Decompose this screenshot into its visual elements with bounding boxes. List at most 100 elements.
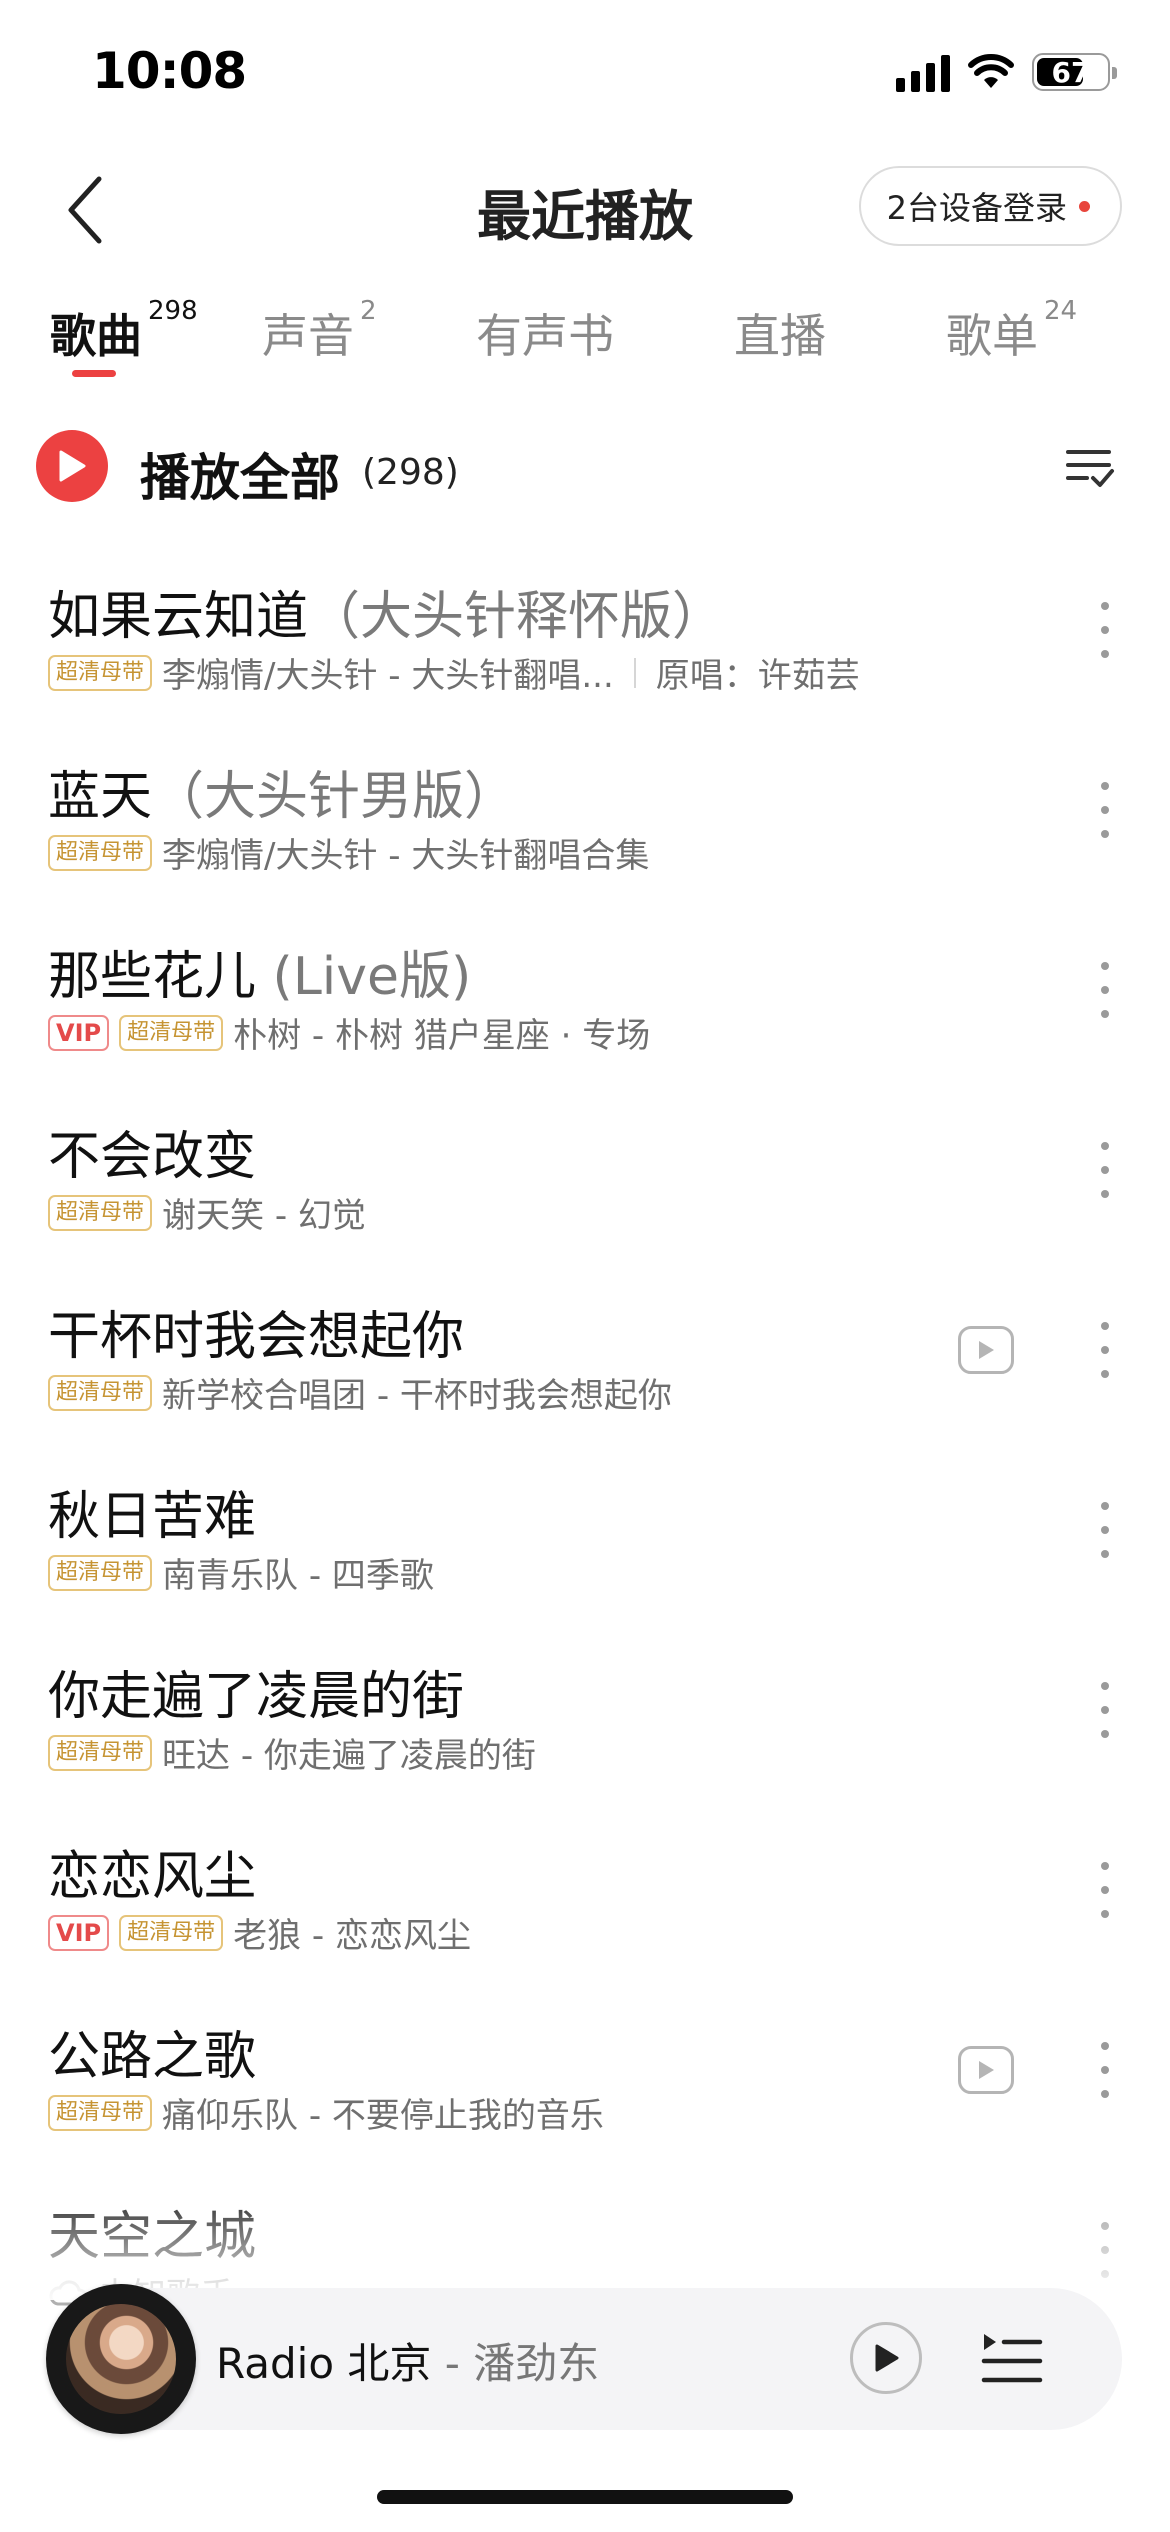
tab-count: 298 bbox=[148, 296, 198, 326]
hq-master-badge: 超清母带 bbox=[48, 1194, 153, 1231]
song-artist-album: 李煽情/大头针 - 大头针翻唱... bbox=[162, 656, 614, 696]
tab-audiobooks[interactable]: 有声书 bbox=[476, 300, 614, 366]
mv-button[interactable] bbox=[958, 2046, 1014, 2094]
song-title: 恋恋风尘 bbox=[48, 1834, 256, 1909]
more-vertical-icon bbox=[1101, 1322, 1109, 1330]
status-icons: 67 bbox=[896, 52, 1117, 92]
hq-master-badge: 超清母带 bbox=[48, 1554, 153, 1591]
song-title-text: 不会改变 bbox=[48, 1127, 257, 1187]
tab-playlists[interactable]: 歌单 24 bbox=[946, 296, 1077, 366]
song-title-text: 你走遍了凌晨的街 bbox=[48, 1667, 465, 1727]
play-all-button[interactable] bbox=[36, 430, 108, 502]
tab-live[interactable]: 直播 bbox=[734, 300, 826, 366]
song-artist-album: 朴树 - 朴树 猎户星座 · 专场 bbox=[233, 1016, 651, 1056]
song-title: 你走遍了凌晨的街 bbox=[48, 1654, 464, 1729]
song-row[interactable]: 不会改变 超清母带 谢天笑 - 幻觉 bbox=[0, 1080, 1170, 1260]
song-title: 不会改变 bbox=[48, 1114, 256, 1189]
song-title-text: 秋日苦难 bbox=[48, 1487, 257, 1547]
song-title-text: 那些花儿 bbox=[48, 947, 257, 1007]
song-row[interactable]: 恋恋风尘 VIP 超清母带 老狼 - 恋恋风尘 bbox=[0, 1800, 1170, 1980]
song-version: （大头针男版） bbox=[152, 767, 517, 827]
playlist-button[interactable] bbox=[980, 2328, 1044, 2388]
now-playing-separator: - bbox=[431, 2339, 474, 2388]
tab-label: 声音 bbox=[262, 309, 354, 363]
vip-badge: VIP bbox=[48, 1914, 110, 1951]
more-options-button[interactable] bbox=[1090, 958, 1120, 1022]
album-art bbox=[66, 2304, 176, 2414]
more-vertical-icon bbox=[1101, 1142, 1109, 1150]
song-row[interactable]: 那些花儿 (Live版) VIP 超清母带 朴树 - 朴树 猎户星座 · 专场 bbox=[0, 900, 1170, 1080]
tab-label: 歌单 bbox=[946, 309, 1038, 363]
hq-master-badge: 超清母带 bbox=[48, 834, 153, 871]
device-login-button[interactable]: 2台设备登录 bbox=[858, 166, 1122, 246]
now-playing-artist: 潘劲东 bbox=[473, 2339, 600, 2388]
now-playing-text: Radio 北京 - 潘劲东 bbox=[216, 2330, 599, 2391]
active-tab-indicator bbox=[72, 370, 116, 377]
more-options-button[interactable] bbox=[1090, 1678, 1120, 1742]
status-bar: 10:08 67 bbox=[0, 0, 1170, 150]
cellular-signal-icon bbox=[896, 52, 950, 92]
song-version: （大头针释怀版） bbox=[308, 587, 725, 647]
tab-label: 有声书 bbox=[476, 309, 614, 363]
more-vertical-icon bbox=[1101, 1502, 1109, 1510]
song-row[interactable]: 公路之歌 超清母带 痛仰乐队 - 不要停止我的音乐 bbox=[0, 1980, 1170, 2160]
hq-master-badge: 超清母带 bbox=[48, 2094, 153, 2131]
more-options-button[interactable] bbox=[1090, 1858, 1120, 1922]
song-title: 秋日苦难 bbox=[48, 1474, 256, 1549]
battery-icon: 67 bbox=[1032, 53, 1117, 91]
song-meta: VIP 超清母带 老狼 - 恋恋风尘 bbox=[48, 1908, 471, 1957]
more-options-button[interactable] bbox=[1090, 778, 1120, 842]
album-disc[interactable] bbox=[46, 2284, 196, 2434]
more-options-button[interactable] bbox=[1090, 2038, 1120, 2102]
song-title-text: 恋恋风尘 bbox=[48, 1847, 257, 1907]
song-title-text: 干杯时我会想起你 bbox=[48, 1307, 465, 1367]
song-title: 蓝天（大头针男版） bbox=[48, 754, 516, 829]
more-options-button[interactable] bbox=[1090, 1498, 1120, 1562]
song-artist-album: 新学校合唱团 - 干杯时我会想起你 bbox=[162, 1376, 672, 1416]
hq-master-badge: 超清母带 bbox=[119, 1914, 224, 1951]
more-vertical-icon bbox=[1101, 782, 1109, 790]
tab-label: 歌曲 bbox=[50, 309, 142, 363]
tab-bar: 歌曲 298 声音 2 有声书 直播 歌单 24 bbox=[0, 290, 1170, 390]
song-title: 那些花儿 (Live版) bbox=[48, 934, 471, 1009]
play-all-row[interactable]: 播放全部 (298) bbox=[0, 420, 1170, 520]
song-list: 如果云知道（大头针释怀版） 超清母带 李煽情/大头针 - 大头针翻唱... 原唱：许茹… bbox=[0, 540, 1170, 2340]
more-options-button[interactable] bbox=[1090, 598, 1120, 662]
hq-master-badge: 超清母带 bbox=[48, 1734, 153, 1771]
notification-dot bbox=[1079, 200, 1090, 212]
song-meta: VIP 超清母带 朴树 - 朴树 猎户星座 · 专场 bbox=[48, 1008, 650, 1057]
song-row[interactable]: 秋日苦难 超清母带 南青乐队 - 四季歌 bbox=[0, 1440, 1170, 1620]
song-meta: 超清母带 新学校合唱团 - 干杯时我会想起你 bbox=[48, 1368, 672, 1417]
meta-divider bbox=[633, 657, 636, 688]
hq-master-badge: 超清母带 bbox=[48, 654, 153, 691]
device-login-label: 2台设备登录 bbox=[886, 189, 1067, 227]
song-row[interactable]: 干杯时我会想起你 超清母带 新学校合唱团 - 干杯时我会想起你 bbox=[0, 1260, 1170, 1440]
tab-count: 2 bbox=[360, 296, 377, 326]
song-title: 公路之歌 bbox=[48, 2014, 256, 2089]
song-row[interactable]: 如果云知道（大头针释怀版） 超清母带 李煽情/大头针 - 大头针翻唱... 原唱：许茹… bbox=[0, 540, 1170, 720]
song-artist-album: 痛仰乐队 - 不要停止我的音乐 bbox=[162, 2096, 604, 2136]
mv-button[interactable] bbox=[958, 1326, 1014, 1374]
more-options-button[interactable] bbox=[1090, 1318, 1120, 1382]
tab-count: 24 bbox=[1044, 296, 1078, 326]
mini-play-button[interactable] bbox=[850, 2322, 922, 2394]
hq-master-badge: 超清母带 bbox=[119, 1014, 224, 1051]
tab-songs[interactable]: 歌曲 298 bbox=[50, 296, 198, 366]
play-all-count: (298) bbox=[362, 452, 459, 493]
vip-badge: VIP bbox=[48, 1014, 110, 1051]
sort-button[interactable] bbox=[1060, 438, 1120, 498]
more-options-button[interactable] bbox=[1090, 1138, 1120, 1202]
tab-label: 直播 bbox=[734, 309, 826, 363]
song-title-text: 蓝天 bbox=[48, 767, 153, 827]
status-time: 10:08 bbox=[92, 42, 247, 100]
song-artist-album: 老狼 - 恋恋风尘 bbox=[233, 1916, 471, 1956]
song-version: (Live版) bbox=[256, 947, 472, 1007]
play-icon bbox=[59, 450, 86, 482]
play-all-label: 播放全部 bbox=[140, 449, 340, 507]
mini-player[interactable]: Radio 北京 - 潘劲东 bbox=[46, 2284, 1122, 2434]
song-meta: 超清母带 痛仰乐队 - 不要停止我的音乐 bbox=[48, 2088, 604, 2137]
song-row[interactable]: 蓝天（大头针男版） 超清母带 李煽情/大头针 - 大头针翻唱合集 bbox=[0, 720, 1170, 900]
tab-sounds[interactable]: 声音 2 bbox=[262, 296, 377, 366]
song-artist-album: 旺达 - 你走遍了凌晨的街 bbox=[162, 1736, 536, 1776]
song-row[interactable]: 你走遍了凌晨的街超清母带 旺达 - 你走遍了凌晨的街 bbox=[0, 1620, 1170, 1800]
